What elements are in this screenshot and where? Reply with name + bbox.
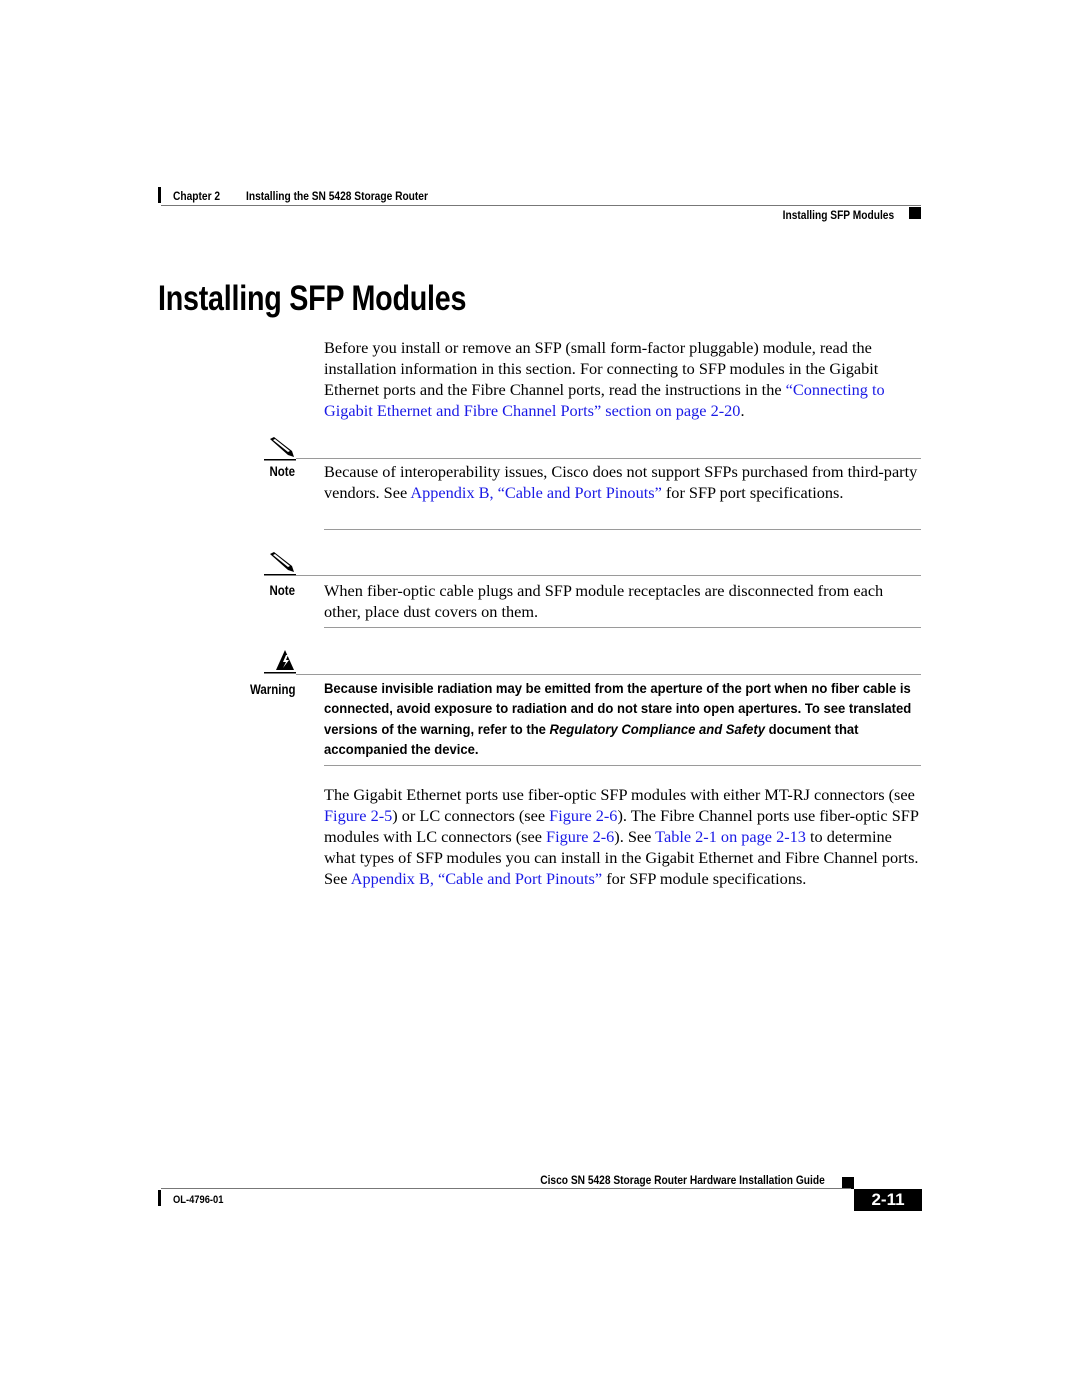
note1-text: Because of interoperability issues, Cisc…	[324, 461, 924, 503]
link-appendix-b-pinouts[interactable]: Appendix B, “Cable and Port Pinouts”	[351, 869, 602, 888]
note1-label: Note	[269, 464, 296, 479]
warning-text: Because invisible radiation may be emitt…	[324, 679, 917, 760]
footer-rule	[161, 1188, 851, 1189]
header-left-bar	[158, 187, 161, 203]
link-figure-2-6-second[interactable]: Figure 2-6	[546, 827, 614, 846]
header-chapter-title: Installing the SN 5428 Storage Router	[246, 189, 428, 203]
pencil-icon	[264, 552, 296, 576]
link-appendix-b[interactable]: Appendix B, “Cable and Port Pinouts”	[410, 483, 661, 502]
page-title: Installing SFP Modules	[158, 279, 467, 318]
link-figure-2-5[interactable]: Figure 2-5	[324, 806, 392, 825]
warning-lightning-icon	[264, 650, 296, 674]
body2-t6: for SFP module specifications.	[602, 869, 807, 888]
header-section-marker	[909, 207, 921, 219]
note2-text: When fiber-optic cable plugs and SFP mod…	[324, 581, 884, 621]
warning-top-rule	[296, 674, 921, 675]
header-section: Installing SFP Modules	[782, 208, 894, 222]
note2-pencil-icon	[264, 552, 296, 576]
note2-label: Note	[269, 583, 296, 598]
header-rule	[161, 205, 921, 206]
note1-pencil-icon	[264, 437, 296, 461]
intro-text-end: .	[740, 401, 745, 420]
note1-bottom-rule	[324, 529, 921, 530]
pencil-icon	[264, 437, 296, 461]
warning-doc-title: Regulatory Compliance and Safety	[549, 721, 765, 738]
warning-icon-wrap	[264, 649, 296, 675]
body2-t2: ) or LC connectors (see	[392, 806, 550, 825]
page-number: 2-11	[871, 1190, 905, 1209]
body2-t4: ). See	[614, 827, 656, 846]
note2-top-rule	[296, 575, 921, 576]
sfp-connectors-paragraph: The Gigabit Ethernet ports use fiber-opt…	[324, 784, 924, 889]
footer-left-bar	[158, 1190, 161, 1206]
note1-text-end: for SFP port specifications.	[661, 483, 844, 502]
link-figure-2-6[interactable]: Figure 2-6	[549, 806, 617, 825]
warning-bottom-rule	[324, 765, 921, 766]
header-chapter: Chapter 2	[173, 189, 221, 203]
footer-doc-number: OL-4796-01	[173, 1194, 224, 1206]
warning-label: Warning	[249, 682, 295, 697]
intro-paragraph: Before you install or remove an SFP (sma…	[324, 337, 924, 421]
note2-bottom-rule	[324, 627, 921, 628]
footer-guide-title: Cisco SN 5428 Storage Router Hardware In…	[540, 1173, 825, 1187]
note1-top-rule	[296, 458, 921, 459]
link-table-2-1[interactable]: Table 2-1 on page 2-13	[655, 827, 806, 846]
body2-t1: The Gigabit Ethernet ports use fiber-opt…	[324, 785, 915, 804]
